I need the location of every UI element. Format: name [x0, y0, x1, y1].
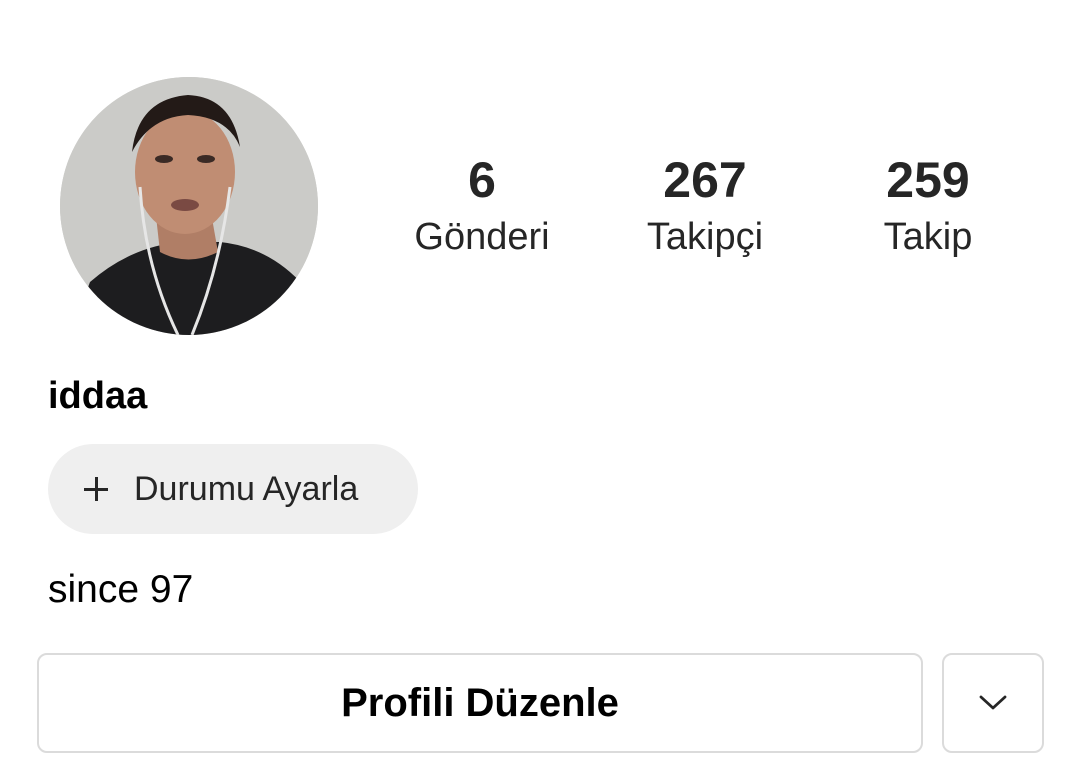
profile-bio: since 97: [48, 568, 194, 611]
profile-avatar[interactable]: [60, 77, 318, 335]
stat-posts[interactable]: 6 Gönderi: [372, 150, 592, 262]
profile-username: iddaa: [48, 375, 148, 417]
edit-profile-label: Profili Düzenle: [341, 680, 619, 725]
posts-count: 6: [468, 152, 496, 208]
chevron-down-icon: [979, 695, 1007, 710]
followers-count: 267: [663, 152, 747, 208]
set-status-label: Durumu Ayarla: [134, 469, 359, 508]
set-status-button[interactable]: Durumu Ayarla: [48, 444, 418, 534]
stat-following[interactable]: 259 Takip: [818, 150, 1038, 262]
following-label: Takip: [883, 216, 973, 258]
posts-label: Gönderi: [414, 216, 550, 258]
more-options-button[interactable]: [942, 653, 1044, 753]
followers-label: Takipçi: [646, 216, 764, 258]
following-count: 259: [886, 152, 970, 208]
stat-followers[interactable]: 267 Takipçi: [595, 150, 815, 262]
avatar-photo: [60, 77, 318, 335]
plus-icon: [84, 477, 108, 501]
edit-profile-button[interactable]: Profili Düzenle: [37, 653, 923, 753]
